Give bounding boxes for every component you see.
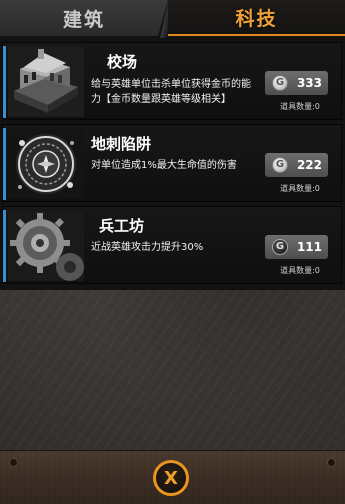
silver-coin-icon: G: [272, 75, 288, 91]
dark-coin-icon: G: [272, 239, 288, 255]
training-ground-building-icon: [8, 47, 84, 117]
tech-item-spike-trap[interactable]: 地刺陷阱 对单位造成1%最大生命值的伤害 G 222 道具数量:0: [2, 124, 342, 202]
tech-item-training-ground[interactable]: 校场 给与英雄单位击杀单位获得金币的能力【金币数量跟英雄等级相关】 G 333 …: [2, 42, 342, 120]
tab-bar: 建筑 科技: [0, 0, 345, 38]
tab-buildings-label: 建筑: [62, 8, 105, 31]
item-title: 校场: [107, 53, 138, 71]
item-accent-bar: [3, 128, 6, 200]
buy-button[interactable]: G 333: [265, 71, 328, 95]
item-accent-bar: [3, 46, 6, 118]
tech-list: 校场 给与英雄单位击杀单位获得金币的能力【金币数量跟英雄等级相关】 G 333 …: [0, 38, 345, 290]
tab-technology[interactable]: 科技: [168, 0, 345, 36]
owned-count: 道具数量:0: [280, 102, 320, 111]
silver-coin-icon: G: [272, 157, 288, 173]
item-description: 对单位造成1%最大生命值的伤害: [91, 160, 237, 171]
cost-amount: 111: [296, 240, 322, 254]
buy-button[interactable]: G 222: [265, 153, 328, 177]
spike-trap-icon: [8, 129, 84, 199]
owned-count: 道具数量:0: [280, 266, 320, 275]
bolt-icon: [10, 459, 17, 466]
cost-amount: 333: [296, 76, 322, 90]
item-title: 兵工坊: [99, 217, 145, 235]
tech-item-armory[interactable]: 兵工坊 近战英雄攻击力提升30% G 111 道具数量:0: [2, 206, 342, 284]
close-icon: X: [164, 467, 178, 489]
bolt-icon: [328, 459, 335, 466]
item-description: 给与英雄单位击杀单位获得金币的能力【金币数量跟英雄等级相关】: [91, 79, 251, 105]
item-description: 近战英雄攻击力提升30%: [91, 242, 204, 253]
cost-amount: 222: [296, 158, 322, 172]
owned-count: 道具数量:0: [280, 184, 320, 193]
close-button[interactable]: X: [153, 460, 189, 496]
gear-icon: [8, 211, 84, 281]
item-title: 地刺陷阱: [91, 135, 152, 153]
item-accent-bar: [3, 210, 6, 282]
tab-technology-label: 科技: [235, 7, 278, 30]
buy-button[interactable]: G 111: [265, 235, 328, 259]
tab-buildings[interactable]: 建筑: [0, 0, 168, 36]
